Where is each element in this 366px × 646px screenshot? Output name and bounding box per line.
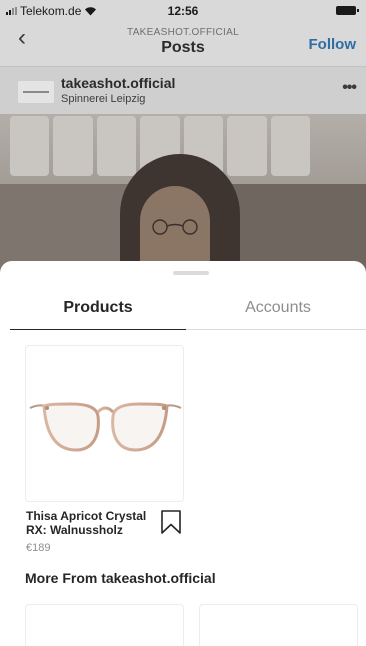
sheet-tabs: Products Accounts xyxy=(10,291,366,330)
status-bar: Telekom.de 12:56 xyxy=(0,0,366,20)
product-card[interactable] xyxy=(25,604,184,646)
product-name[interactable]: Thisa Apricot Crystal RX: Walnussholz xyxy=(26,509,154,537)
photo-glasses xyxy=(152,219,198,235)
post-screen-background: Telekom.de 12:56 ‹ TAKEASHOT.OFFICIAL Po… xyxy=(0,0,366,290)
eyeglasses-icon xyxy=(29,402,182,452)
top-nav: ‹ TAKEASHOT.OFFICIAL Posts Follow xyxy=(0,22,366,62)
follow-button[interactable]: Follow xyxy=(309,36,357,53)
status-time: 12:56 xyxy=(167,4,199,18)
sheet-grabber[interactable] xyxy=(173,271,209,275)
product-card[interactable] xyxy=(199,604,358,646)
bookmark-icon[interactable] xyxy=(160,509,182,535)
avatar[interactable] xyxy=(18,81,54,103)
product-price: €189 xyxy=(26,542,51,554)
post-header: takeashot.official Spinnerei Leipzig ••• xyxy=(0,66,366,114)
location-label[interactable]: Spinnerei Leipzig xyxy=(61,93,145,105)
ellipsis-icon[interactable]: ••• xyxy=(342,79,357,97)
more-from-title: More From takeashot.official xyxy=(25,570,216,586)
products-sheet: Products Accounts Thisa Apricot Crystal … xyxy=(0,261,366,646)
tab-products[interactable]: Products xyxy=(10,299,186,317)
tab-accounts[interactable]: Accounts xyxy=(190,299,366,317)
battery-icon xyxy=(336,6,359,15)
product-card[interactable] xyxy=(25,345,184,502)
account-name[interactable]: takeashot.official xyxy=(61,75,175,91)
tab-selected-indicator xyxy=(10,329,186,330)
